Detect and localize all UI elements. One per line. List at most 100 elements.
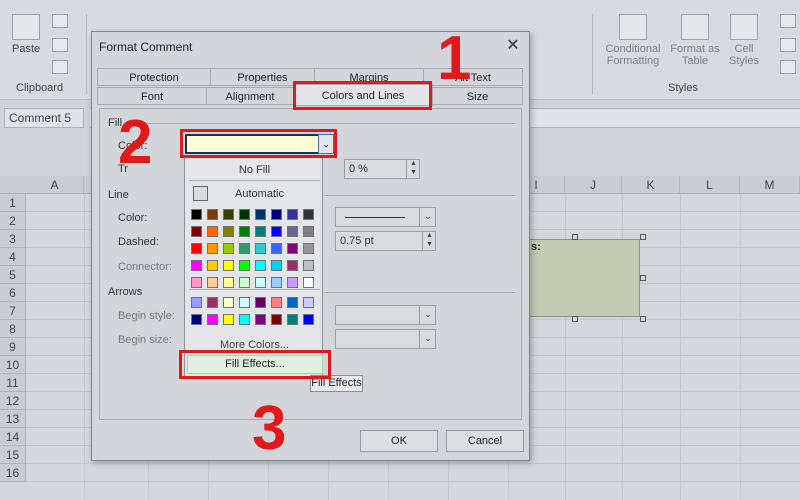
cell-styles-button[interactable]: Cell Styles: [722, 14, 766, 67]
color-swatch[interactable]: [255, 260, 266, 271]
color-swatch[interactable]: [191, 209, 202, 220]
color-swatch[interactable]: [287, 277, 298, 288]
row-header-8[interactable]: 8: [0, 320, 26, 338]
color-swatch[interactable]: [271, 260, 282, 271]
color-swatch[interactable]: [287, 243, 298, 254]
color-swatch[interactable]: [191, 297, 202, 308]
row-header-15[interactable]: 15: [0, 446, 26, 464]
color-swatch[interactable]: [191, 243, 202, 254]
color-swatch[interactable]: [207, 297, 218, 308]
close-icon[interactable]: ✕: [502, 36, 524, 56]
color-swatch[interactable]: [271, 209, 282, 220]
row-header-10[interactable]: 10: [0, 356, 26, 374]
delete-cells-icon[interactable]: [780, 38, 796, 52]
color-swatch[interactable]: [191, 277, 202, 288]
color-swatch[interactable]: [303, 260, 314, 271]
color-swatch[interactable]: [239, 209, 250, 220]
color-swatch[interactable]: [191, 226, 202, 237]
color-swatch[interactable]: [287, 314, 298, 325]
color-swatch[interactable]: [223, 209, 234, 220]
color-swatch[interactable]: [191, 260, 202, 271]
color-swatch[interactable]: [223, 226, 234, 237]
tab-font[interactable]: Font: [97, 87, 207, 105]
format-painter-icon[interactable]: [52, 60, 68, 74]
cut-icon[interactable]: [52, 14, 68, 28]
tab-protection[interactable]: Protection: [97, 68, 211, 86]
resize-handle[interactable]: [640, 316, 646, 322]
row-header-16[interactable]: 16: [0, 464, 26, 482]
color-swatch[interactable]: [287, 226, 298, 237]
weight-spin[interactable]: ▲ ▼: [422, 231, 436, 251]
color-swatch[interactable]: [271, 314, 282, 325]
color-swatch[interactable]: [207, 260, 218, 271]
color-swatch[interactable]: [271, 226, 282, 237]
copy-icon[interactable]: [52, 38, 68, 52]
weight-field[interactable]: 0.75 pt: [335, 231, 436, 251]
resize-handle[interactable]: [640, 234, 646, 240]
color-swatch[interactable]: [207, 243, 218, 254]
color-swatch[interactable]: [255, 243, 266, 254]
color-swatch[interactable]: [287, 209, 298, 220]
color-swatch[interactable]: [207, 209, 218, 220]
color-swatch[interactable]: [287, 260, 298, 271]
color-swatch[interactable]: [287, 297, 298, 308]
color-swatch[interactable]: [271, 297, 282, 308]
color-swatch[interactable]: [303, 243, 314, 254]
column-header-a[interactable]: A: [26, 176, 84, 194]
conditional-formatting-button[interactable]: Conditional Formatting: [600, 14, 666, 67]
chevron-down-icon[interactable]: ⌄: [419, 305, 436, 325]
column-header-m[interactable]: M: [740, 176, 800, 194]
resize-handle[interactable]: [640, 275, 646, 281]
color-swatch[interactable]: [239, 314, 250, 325]
transparency-spin[interactable]: ▲ ▼: [406, 159, 420, 179]
color-swatch[interactable]: [191, 314, 202, 325]
chevron-down-icon[interactable]: ⌄: [419, 329, 436, 349]
chevron-down-icon[interactable]: ⌄: [419, 207, 436, 227]
name-box[interactable]: Comment 5: [4, 108, 84, 128]
color-swatch[interactable]: [255, 226, 266, 237]
resize-handle[interactable]: [572, 316, 578, 322]
color-swatch[interactable]: [303, 226, 314, 237]
column-header-j[interactable]: J: [565, 176, 622, 194]
color-swatch[interactable]: [207, 277, 218, 288]
color-swatch[interactable]: [207, 314, 218, 325]
color-swatch[interactable]: [239, 277, 250, 288]
row-header-11[interactable]: 11: [0, 374, 26, 392]
color-swatch[interactable]: [303, 209, 314, 220]
color-swatch[interactable]: [223, 297, 234, 308]
ok-button[interactable]: OK: [360, 430, 438, 452]
row-header-14[interactable]: 14: [0, 428, 26, 446]
color-swatch[interactable]: [271, 243, 282, 254]
row-header-9[interactable]: 9: [0, 338, 26, 356]
color-swatch[interactable]: [223, 314, 234, 325]
color-swatch[interactable]: [239, 226, 250, 237]
color-swatch[interactable]: [239, 297, 250, 308]
format-as-table-button[interactable]: Format as Table: [668, 14, 722, 67]
tab-alignment[interactable]: Alignment: [206, 87, 294, 105]
row-header-12[interactable]: 12: [0, 392, 26, 410]
insert-cells-icon[interactable]: [780, 14, 796, 28]
row-header-13[interactable]: 13: [0, 410, 26, 428]
color-swatch[interactable]: [223, 260, 234, 271]
color-swatch[interactable]: [223, 277, 234, 288]
color-swatch[interactable]: [303, 297, 314, 308]
row-header-3[interactable]: 3: [0, 230, 26, 248]
resize-handle[interactable]: [572, 234, 578, 240]
row-header-5[interactable]: 5: [0, 266, 26, 284]
row-header-4[interactable]: 4: [0, 248, 26, 266]
row-header-7[interactable]: 7: [0, 302, 26, 320]
color-swatch[interactable]: [239, 260, 250, 271]
color-swatch[interactable]: [223, 243, 234, 254]
color-swatch[interactable]: [255, 314, 266, 325]
color-swatch[interactable]: [255, 277, 266, 288]
cancel-button[interactable]: Cancel: [446, 430, 524, 452]
row-header-1[interactable]: 1: [0, 194, 26, 212]
color-swatch[interactable]: [239, 243, 250, 254]
color-swatch[interactable]: [303, 277, 314, 288]
color-swatch[interactable]: [303, 314, 314, 325]
column-header-k[interactable]: K: [622, 176, 680, 194]
column-header-l[interactable]: L: [680, 176, 740, 194]
paste-button[interactable]: Paste: [12, 14, 40, 55]
no-fill-option[interactable]: No Fill: [185, 164, 324, 176]
color-swatch[interactable]: [255, 209, 266, 220]
